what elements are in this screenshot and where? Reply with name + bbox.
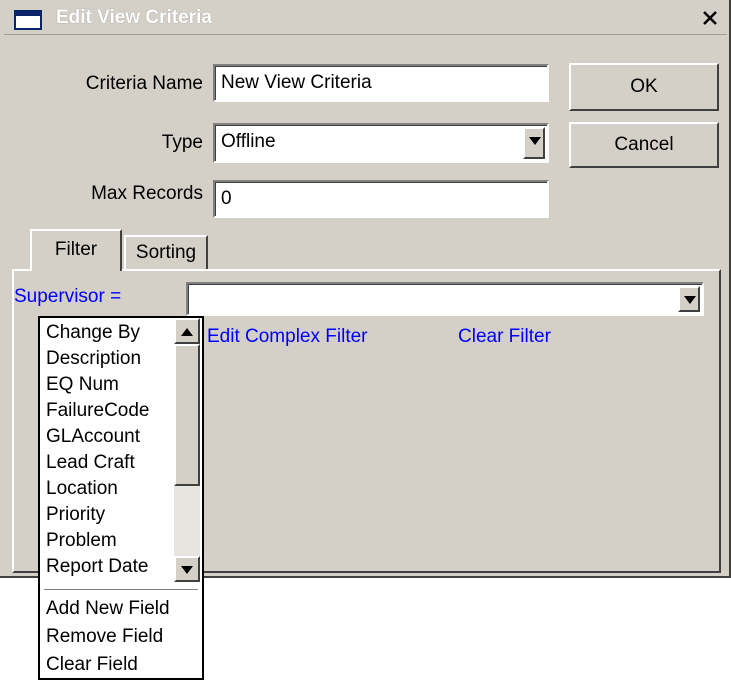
max-records-value: 0 (221, 188, 232, 209)
field-list-popup: Change By Description EQ Num FailureCode… (38, 316, 204, 680)
tab-filter[interactable]: Filter (30, 229, 122, 271)
list-item[interactable]: Location (46, 476, 118, 502)
list-item[interactable]: Description (46, 346, 141, 372)
filter-field-label[interactable]: Supervisor = (14, 286, 121, 308)
list-item[interactable]: EQ Num (46, 372, 119, 398)
menu-separator (44, 589, 198, 591)
list-item[interactable]: Lead Craft (46, 450, 135, 476)
cancel-button[interactable]: Cancel (569, 122, 719, 168)
type-select[interactable]: Offline (213, 123, 549, 163)
title-bar: Edit View Criteria (4, 4, 727, 35)
clear-filter-link[interactable]: Clear Filter (458, 326, 551, 348)
list-scrollbar[interactable] (174, 318, 200, 582)
tab-sorting[interactable]: Sorting (124, 235, 208, 269)
ok-button[interactable]: OK (569, 63, 719, 111)
scroll-up-button[interactable] (174, 318, 200, 344)
list-item[interactable]: Report Date (46, 554, 148, 580)
scroll-down-button[interactable] (174, 556, 200, 582)
criteria-name-input[interactable]: New View Criteria (213, 64, 549, 102)
filter-dropdown-button[interactable] (678, 286, 700, 312)
close-icon[interactable] (697, 6, 723, 30)
filter-value-select[interactable] (186, 282, 704, 316)
list-item[interactable]: FailureCode (46, 398, 150, 424)
window-title: Edit View Criteria (56, 7, 212, 28)
clear-field-item[interactable]: Clear Field (46, 652, 138, 678)
edit-complex-filter-link[interactable]: Edit Complex Filter (207, 326, 368, 348)
arrow-up-icon (181, 328, 193, 336)
type-dropdown-button[interactable] (523, 127, 545, 159)
list-item[interactable]: Change By (46, 320, 140, 346)
type-value: Offline (221, 131, 276, 152)
chevron-down-icon (684, 296, 696, 304)
list-item[interactable]: Problem (46, 528, 117, 554)
scroll-thumb[interactable] (174, 344, 200, 486)
list-item[interactable]: Priority (46, 502, 105, 528)
arrow-down-icon (181, 566, 193, 574)
criteria-name-value: New View Criteria (221, 72, 372, 93)
add-new-field-item[interactable]: Add New Field (46, 596, 170, 622)
max-records-input[interactable]: 0 (213, 180, 549, 218)
chevron-down-icon (529, 137, 541, 145)
remove-field-item[interactable]: Remove Field (46, 624, 163, 650)
window-icon (14, 10, 42, 30)
type-label: Type (161, 132, 203, 153)
list-item[interactable]: GLAccount (46, 424, 140, 450)
criteria-name-label: Criteria Name (85, 73, 203, 94)
max-records-label: Max Records (91, 183, 203, 204)
